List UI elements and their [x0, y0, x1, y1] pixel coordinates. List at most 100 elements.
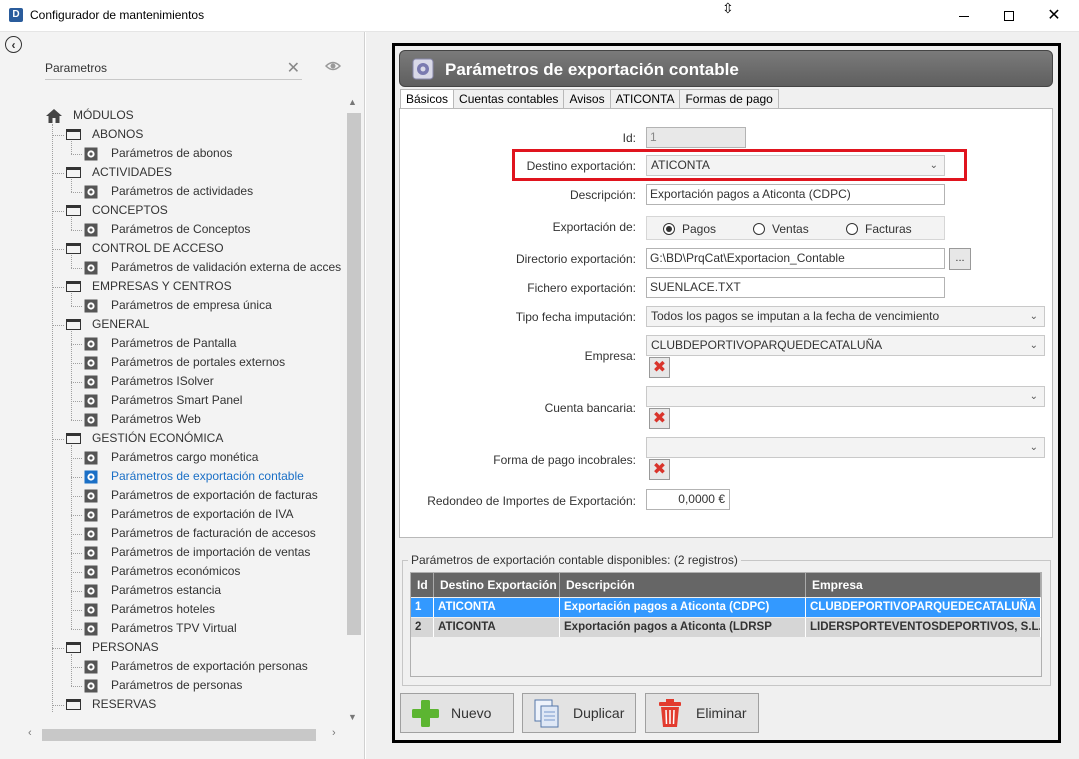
eliminar-button[interactable]: Eliminar — [645, 693, 759, 733]
browse-directory-button[interactable]: ... — [949, 248, 971, 270]
duplicar-button[interactable]: Duplicar — [522, 693, 636, 733]
hscroll-thumb[interactable] — [42, 729, 316, 741]
directorio-field[interactable]: G:\BD\PrqCat\Exportacion_Contable — [646, 248, 945, 269]
close-window-button[interactable]: ✕ — [1031, 0, 1077, 32]
plus-icon — [412, 700, 439, 727]
tipo-fecha-label: Tipo fecha imputación: — [515, 310, 636, 324]
maximize-icon — [1004, 11, 1014, 21]
descripcion-label: Descripción: — [569, 188, 636, 202]
folder-icon — [66, 699, 81, 710]
gear-icon — [84, 356, 98, 370]
scroll-left-icon[interactable]: ‹ — [28, 727, 32, 739]
tab-strip: Básicos Cuentas contables Avisos ATICONT… — [400, 89, 779, 110]
tree-label: GENERAL — [92, 317, 150, 331]
fichero-label: Fichero exportación: — [527, 281, 636, 295]
tree-label: Parámetros de Conceptos — [111, 222, 251, 236]
col-header-empresa[interactable]: Empresa — [806, 573, 1041, 597]
empresa-select[interactable]: CLUBDEPORTIVOPARQUEDECATALUÑA ⌄ — [646, 335, 1045, 356]
clear-empresa-button[interactable]: ✖ — [649, 357, 670, 378]
gear-icon — [84, 337, 98, 351]
folder-icon — [66, 642, 81, 653]
tipo-fecha-select[interactable]: Todos los pagos se imputan a la fecha de… — [646, 306, 1045, 327]
chevron-down-icon: ⌄ — [1029, 442, 1038, 453]
radio-pagos[interactable]: Pagos — [663, 222, 716, 236]
scroll-up-icon[interactable]: ▲ — [348, 97, 357, 107]
scroll-down-icon[interactable]: ▼ — [348, 712, 357, 722]
fichero-field[interactable]: SUENLACE.TXT — [646, 277, 945, 298]
destino-label: Destino exportación: — [526, 159, 636, 173]
redondeo-field[interactable]: 0,0000 € — [646, 489, 730, 510]
cell-destino: ATICONTA — [434, 598, 560, 617]
chevron-down-icon: ⌄ — [929, 160, 938, 171]
col-header-id[interactable]: Id — [411, 573, 434, 597]
tree-label: Parámetros de abonos — [111, 146, 233, 160]
clear-search-icon[interactable]: ✕ — [287, 58, 300, 78]
folder-icon — [66, 205, 81, 216]
resize-cursor-icon: ⇳ — [722, 0, 734, 16]
tree-label: Parámetros de exportación contable — [111, 469, 304, 483]
app-icon: D — [9, 8, 23, 22]
tree-label: PERSONAS — [92, 640, 159, 654]
tab-cuentas-contables[interactable]: Cuentas contables — [453, 89, 565, 109]
descripcion-field[interactable]: Exportación pagos a Aticonta (CDPC) — [646, 184, 945, 205]
gear-icon — [84, 394, 98, 408]
radio-facturas[interactable]: Facturas — [846, 222, 912, 236]
delete-x-icon: ✖ — [652, 409, 667, 427]
gear-icon — [84, 679, 98, 693]
cuenta-bancaria-label: Cuenta bancaria: — [544, 401, 636, 415]
search-box: ✕ — [45, 56, 302, 80]
tree-guide-line — [71, 293, 72, 306]
gear-icon — [84, 261, 98, 275]
delete-x-icon: ✖ — [652, 358, 667, 376]
home-icon — [46, 109, 62, 123]
sidebar: ‹ ✕ MÓDULOS ABONOS Parámetros de abonos ACT… — [0, 32, 365, 759]
gear-icon — [84, 299, 98, 313]
empresa-label: Empresa: — [584, 349, 636, 363]
tab-basicos[interactable]: Básicos — [400, 89, 455, 110]
tree-vertical-scrollbar[interactable]: ▲ ▼ — [346, 95, 362, 727]
tree-label: RESERVAS — [92, 697, 157, 711]
records-legend: Parámetros de exportación contable dispo… — [408, 553, 741, 567]
nuevo-button[interactable]: Nuevo — [400, 693, 514, 733]
nuevo-label: Nuevo — [451, 705, 492, 721]
tree-guide-line — [71, 217, 72, 230]
radio-ventas[interactable]: Ventas — [753, 222, 809, 236]
tab-avisos[interactable]: Avisos — [563, 89, 611, 109]
clear-cuenta-button[interactable]: ✖ — [649, 408, 670, 429]
tab-formas-de-pago[interactable]: Formas de pago — [679, 89, 779, 109]
tree-label: Parámetros ISolver — [111, 374, 214, 388]
tree-guide-line — [71, 179, 72, 192]
maximize-button[interactable] — [986, 0, 1032, 32]
scroll-right-icon[interactable]: › — [332, 727, 336, 739]
redondeo-label: Redondeo de Importes de Exportación: — [427, 494, 636, 508]
chevron-down-icon: ⌄ — [1029, 340, 1038, 351]
cell-id: 2 — [411, 618, 434, 637]
panel-title: Parámetros de exportación contable — [445, 60, 739, 79]
tab-aticonta[interactable]: ATICONTA — [609, 89, 681, 109]
tree-guide-line — [71, 141, 72, 154]
destino-value: ATICONTA — [651, 158, 710, 172]
col-header-descripcion[interactable]: Descripción — [560, 573, 806, 597]
back-button[interactable]: ‹ — [5, 36, 22, 53]
eliminar-label: Eliminar — [696, 705, 747, 721]
tree-label: Parámetros de exportación personas — [111, 659, 308, 673]
gear-icon — [84, 565, 98, 579]
tree-label: Parámetros Web — [111, 412, 201, 426]
tree-horizontal-scrollbar[interactable]: ‹ › — [26, 727, 344, 743]
gear-icon — [84, 622, 98, 636]
tipo-fecha-value: Todos los pagos se imputan a la fecha de… — [651, 309, 940, 323]
directorio-label: Directorio exportación: — [515, 252, 636, 266]
minimize-button[interactable] — [941, 0, 987, 32]
tree-label: Parámetros Smart Panel — [111, 393, 243, 407]
col-header-destino[interactable]: Destino Exportación — [434, 573, 560, 597]
clear-forma-pago-button[interactable]: ✖ — [649, 459, 670, 480]
scroll-thumb[interactable] — [347, 113, 361, 635]
tree-label: Parámetros económicos — [111, 564, 241, 578]
eye-icon[interactable] — [325, 60, 341, 72]
forma-pago-select[interactable]: ⌄ — [646, 437, 1045, 458]
cell-descripcion: Exportación pagos a Aticonta (CDPC) — [560, 598, 806, 617]
cuenta-bancaria-select[interactable]: ⌄ — [646, 386, 1045, 407]
destino-select[interactable]: ATICONTA ⌄ — [646, 155, 945, 176]
tree-label: Parámetros de actividades — [111, 184, 254, 198]
search-input[interactable] — [45, 59, 275, 77]
